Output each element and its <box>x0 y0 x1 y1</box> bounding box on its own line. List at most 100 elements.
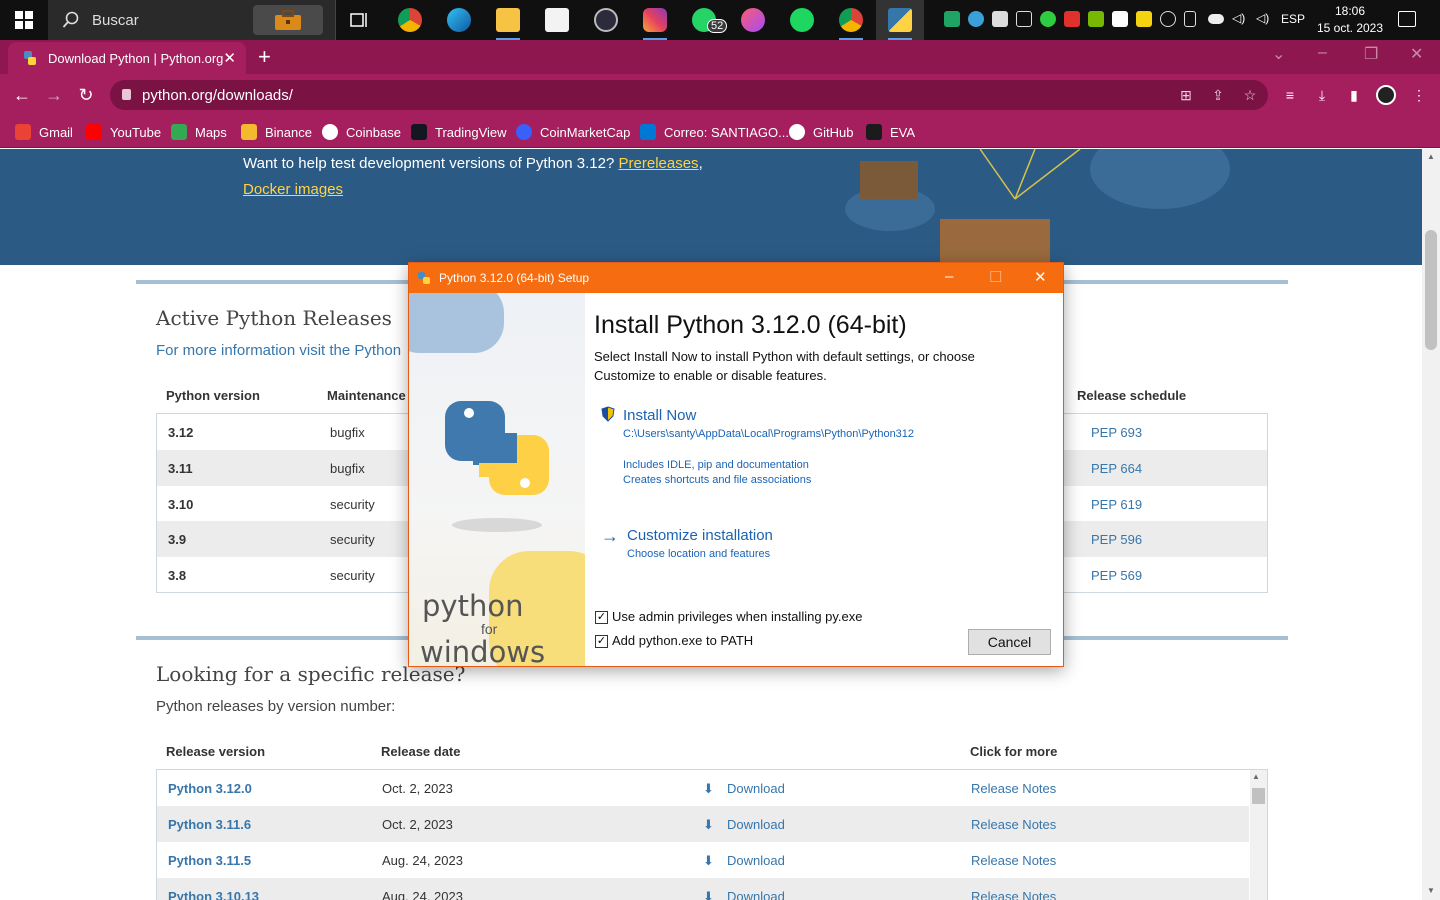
page-scroll-down-arrow-icon[interactable]: ▼ <box>1427 886 1435 895</box>
bookmark-outlook[interactable]: Correo: SANTIAGO... <box>640 122 789 142</box>
new-tab-plus-icon[interactable]: + <box>258 44 271 70</box>
media-queue-icon[interactable]: ≡ <box>1281 86 1299 104</box>
page-scroll-up-arrow-icon[interactable]: ▲ <box>1427 152 1435 161</box>
window-minimize-icon[interactable]: – <box>1318 44 1327 62</box>
customize-installation-button[interactable]: Customize installation <box>627 527 773 544</box>
bookmark-star-icon[interactable]: ☆ <box>1241 86 1259 104</box>
bookmark-eva[interactable]: EVA <box>866 122 915 142</box>
pep-link[interactable]: PEP 569 <box>1091 568 1142 583</box>
install-now-button[interactable]: Install Now <box>623 407 696 424</box>
download-link[interactable]: Download <box>727 889 785 900</box>
red-app-tray-icon[interactable] <box>1064 11 1080 27</box>
address-bar[interactable]: python.org/downloads/ <box>110 80 1268 110</box>
docker-images-link[interactable]: Docker images <box>243 181 343 198</box>
release-version-link[interactable]: Python 3.11.6 <box>168 817 251 832</box>
bookmark-coinbase[interactable]: Coinbase <box>322 122 401 142</box>
chrome-taskbar-icon[interactable] <box>386 0 434 40</box>
network-tray-icon[interactable] <box>1160 11 1176 27</box>
language-indicator[interactable]: ESP <box>1281 12 1305 26</box>
speaker-icon[interactable]: ◁) <box>1232 11 1248 27</box>
windows-start-button[interactable] <box>0 0 48 40</box>
pep-link[interactable]: PEP 693 <box>1091 425 1142 440</box>
green-app-tray-icon[interactable] <box>1040 11 1056 27</box>
pep-link[interactable]: PEP 619 <box>1091 497 1142 512</box>
taskbar-search-box[interactable]: Buscar <box>48 0 336 40</box>
display-tray-icon[interactable] <box>1016 11 1032 27</box>
python-installer-taskbar-icon[interactable] <box>876 0 924 40</box>
cancel-button[interactable]: Cancel <box>968 629 1051 655</box>
battery-tray-icon[interactable] <box>1184 11 1196 27</box>
bookmark-tradingview[interactable]: TradingView <box>411 122 507 142</box>
edge-taskbar-icon[interactable] <box>435 0 483 40</box>
instagram-icon[interactable] <box>631 0 679 40</box>
add-to-path-label[interactable]: Add python.exe to PATH <box>612 633 753 648</box>
release-version-link[interactable]: Python 3.11.5 <box>168 853 251 868</box>
notification-center-icon[interactable] <box>1398 11 1416 27</box>
back-arrow-icon[interactable]: ← <box>11 84 33 106</box>
release-notes-link[interactable]: Release Notes <box>971 781 1056 796</box>
whatsapp-icon[interactable]: 52 <box>680 0 728 40</box>
dialog-minimize-icon[interactable]: – <box>945 268 953 285</box>
table-scroll-thumb[interactable] <box>1252 788 1265 804</box>
nvidia-tray-icon[interactable] <box>1088 11 1104 27</box>
f-app-tray-icon[interactable] <box>992 11 1008 27</box>
tab-close-icon[interactable]: ✕ <box>223 49 236 67</box>
bookmark-github[interactable]: GitHub <box>789 122 853 142</box>
dialog-close-icon[interactable]: ✕ <box>1034 268 1047 286</box>
download-link[interactable]: Download <box>727 817 785 832</box>
release-version-link[interactable]: Python 3.12.0 <box>168 781 252 796</box>
security-tray-icon[interactable] <box>1112 11 1128 27</box>
file-explorer-icon[interactable] <box>484 0 532 40</box>
profile-avatar[interactable] <box>1376 85 1396 105</box>
releases-table-scrollbar[interactable]: ▲ <box>1250 770 1267 900</box>
release-version-link[interactable]: Python 3.10.13 <box>168 889 259 900</box>
task-view-icon[interactable] <box>336 0 384 40</box>
dialog-titlebar[interactable]: Python 3.12.0 (64-bit) Setup – ☐ ✕ <box>409 263 1063 293</box>
release-notes-link[interactable]: Release Notes <box>971 817 1056 832</box>
pep-link[interactable]: PEP 596 <box>1091 532 1142 547</box>
window-restore-icon[interactable]: ❐ <box>1364 44 1378 64</box>
browser-tab-active[interactable]: Download Python | Python.org ✕ <box>8 42 246 74</box>
microsoft-store-icon[interactable] <box>533 0 581 40</box>
itunes-icon[interactable] <box>729 0 777 40</box>
volume-icon[interactable]: ◁) <box>1256 11 1272 27</box>
scroll-up-arrow-icon[interactable]: ▲ <box>1252 772 1260 781</box>
active-releases-subtitle-link[interactable]: For more information visit the Python <box>156 342 401 359</box>
search-highlight-briefcase-icon[interactable] <box>253 5 323 35</box>
speedometer-app-icon[interactable] <box>582 0 630 40</box>
download-link[interactable]: Download <box>727 853 785 868</box>
pep-link[interactable]: PEP 664 <box>1091 461 1142 476</box>
translate-icon[interactable]: ⊞ <box>1177 86 1195 104</box>
admin-privileges-label[interactable]: Use admin privileges when installing py.… <box>612 609 863 624</box>
chrome-profile-taskbar-icon[interactable] <box>827 0 875 40</box>
download-link[interactable]: Download <box>727 781 785 796</box>
install-now-details[interactable]: Includes IDLE, pip and documentation Cre… <box>623 458 811 488</box>
tab-search-chevron-icon[interactable]: ⌄ <box>1272 44 1285 64</box>
add-to-path-checkbox[interactable]: ✓ <box>595 635 608 648</box>
prereleases-link[interactable]: Prereleases <box>619 155 699 172</box>
bookmark-gmail[interactable]: Gmail <box>15 122 73 142</box>
release-notes-link[interactable]: Release Notes <box>971 853 1056 868</box>
spotify-icon[interactable] <box>778 0 826 40</box>
bookmark-youtube[interactable]: YouTube <box>86 122 161 142</box>
reload-icon[interactable]: ↻ <box>75 84 97 106</box>
window-close-icon[interactable]: ✕ <box>1410 44 1423 64</box>
page-scroll-thumb[interactable] <box>1425 230 1437 350</box>
yellow-app-tray-icon[interactable] <box>1136 11 1152 27</box>
sync-tray-icon[interactable] <box>968 11 984 27</box>
customize-installation-sub[interactable]: Choose location and features <box>627 548 770 560</box>
install-path[interactable]: C:\Users\santy\AppData\Local\Programs\Py… <box>623 428 914 440</box>
downloads-icon[interactable]: ⤓ <box>1313 86 1331 104</box>
forward-arrow-icon[interactable]: → <box>43 84 65 106</box>
release-notes-link[interactable]: Release Notes <box>971 889 1056 900</box>
chrome-menu-icon[interactable]: ⋮ <box>1410 86 1428 104</box>
side-panel-icon[interactable]: ▮ <box>1345 86 1363 104</box>
onedrive-cloud-icon[interactable] <box>1208 14 1224 24</box>
share-icon[interactable]: ⇪ <box>1209 86 1227 104</box>
clock[interactable]: 18:06 15 oct. 2023 <box>1312 3 1388 37</box>
bookmark-coinmarketcap[interactable]: CoinMarketCap <box>516 122 630 142</box>
bookmark-maps[interactable]: Maps <box>171 122 227 142</box>
admin-privileges-checkbox[interactable]: ✓ <box>595 611 608 624</box>
google-drive-tray-icon[interactable] <box>944 11 960 27</box>
bookmark-binance[interactable]: Binance <box>241 122 312 142</box>
